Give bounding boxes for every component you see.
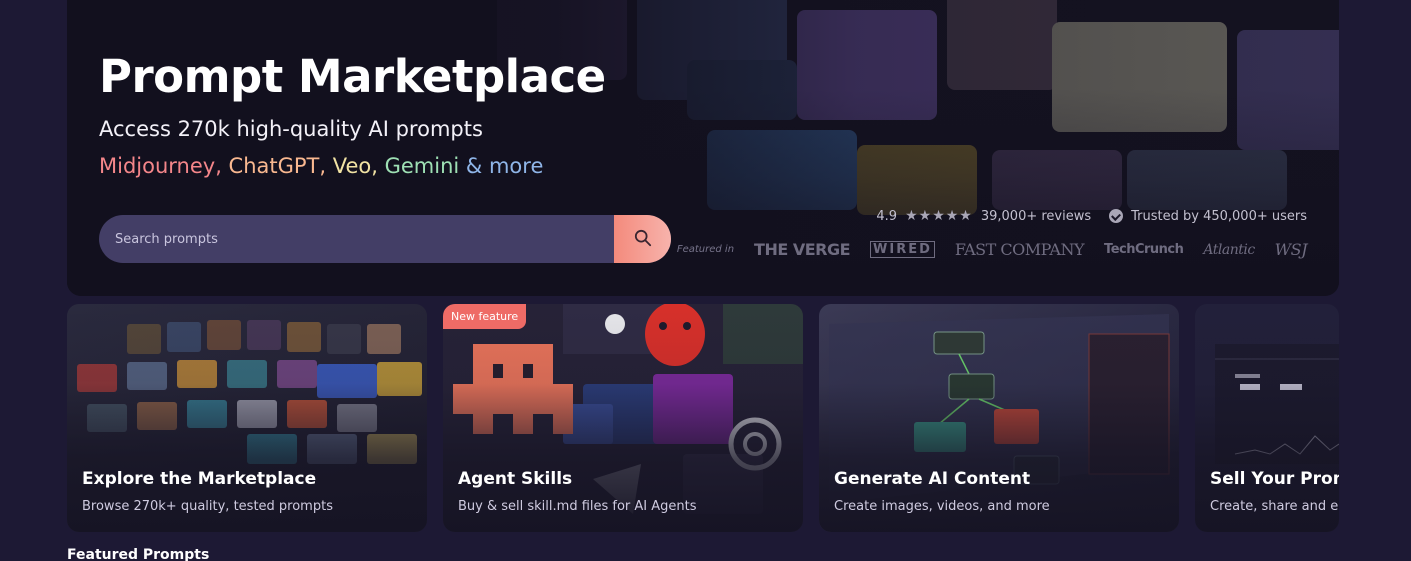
reviews-count[interactable]: 39,000+ reviews: [981, 209, 1091, 224]
explore-marketplace-card[interactable]: Explore the Marketplace Browse 270k+ qua…: [67, 304, 427, 532]
star-rating-icon: ★★★★★: [905, 208, 973, 224]
card-description: Buy & sell skill.md files for AI Agents: [458, 499, 697, 514]
techcrunch-logo: TechCrunch: [1104, 242, 1184, 257]
search-button[interactable]: [614, 215, 671, 263]
search-bar: [99, 215, 671, 263]
card-description: Browse 270k+ quality, tested prompts: [82, 499, 333, 514]
hero-subtitle: Access 270k high-quality AI prompts: [99, 117, 483, 141]
trusted-users: Trusted by 450,000+ users: [1131, 208, 1307, 224]
wsj-logo: WSJ: [1274, 240, 1308, 259]
card-description: Create, share and earn: [1210, 499, 1339, 514]
model-gemini: Gemini: [377, 154, 460, 178]
hero-banner: Prompt Marketplace Access 270k high-qual…: [67, 0, 1339, 296]
page-title: Prompt Marketplace: [99, 50, 606, 103]
model-chatgpt: ChatGPT,: [221, 154, 327, 178]
the-verge-logo: THE VERGE: [754, 240, 851, 259]
model-more: & more: [459, 154, 544, 178]
card-title: Generate AI Content: [834, 469, 1031, 489]
rating-value: 4.9: [876, 208, 898, 224]
model-midjourney: Midjourney,: [99, 154, 222, 178]
fast-company-logo: FAST COMPANY: [954, 240, 1085, 259]
atlantic-logo: Atlantic: [1203, 241, 1255, 258]
hero-model-list: Midjourney, ChatGPT, Veo, Gemini & more: [99, 154, 543, 178]
verified-badge-icon: [1109, 209, 1124, 223]
new-feature-badge: New feature: [443, 304, 527, 329]
card-title: Agent Skills: [458, 469, 573, 489]
sell-prompts-card[interactable]: Sell Your Prompts Create, share and earn: [1195, 304, 1339, 532]
card-title: Sell Your Prompts: [1210, 469, 1339, 489]
featured-in-label: Featured in: [676, 244, 735, 255]
search-icon: [634, 229, 652, 250]
search-input[interactable]: [99, 215, 614, 263]
card-description: Create images, videos, and more: [834, 499, 1050, 514]
press-logos: Featured in THE VERGE WIRED FAST COMPANY…: [676, 240, 1308, 259]
agent-skills-card[interactable]: New feature Agent Skills Buy & sell skil…: [443, 304, 803, 532]
wired-logo: WIRED: [870, 241, 935, 258]
featured-prompts-heading: Featured Prompts: [67, 547, 210, 561]
generate-ai-content-card[interactable]: Generate AI Content Create images, video…: [819, 304, 1179, 532]
card-title: Explore the Marketplace: [82, 469, 317, 489]
model-veo: Veo,: [326, 154, 378, 178]
social-proof: 4.9 ★★★★★ 39,000+ reviews Trusted by 450…: [876, 208, 1307, 224]
